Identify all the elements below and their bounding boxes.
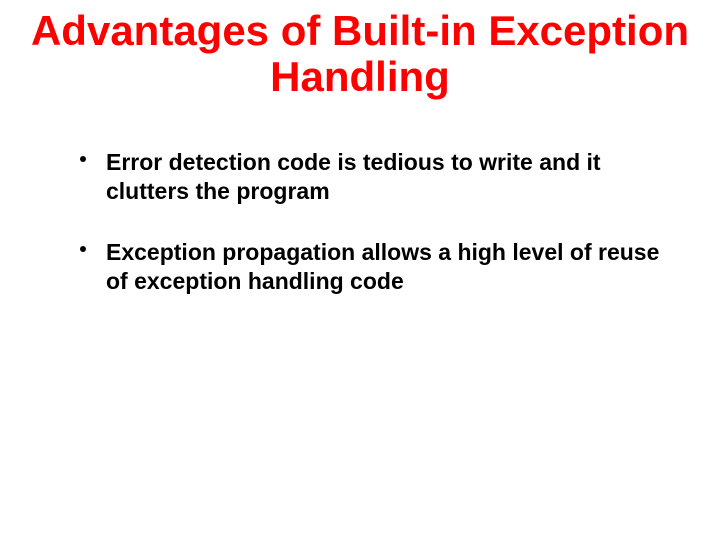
slide-title: Advantages of Built-in Exception Handlin…: [0, 0, 720, 100]
bullet-dot-icon: [80, 246, 86, 252]
bullet-item: Error detection code is tedious to write…: [80, 148, 660, 206]
slide: Advantages of Built-in Exception Handlin…: [0, 0, 720, 540]
bullet-text: Exception propagation allows a high leve…: [106, 239, 659, 294]
slide-content: Error detection code is tedious to write…: [0, 100, 720, 295]
bullet-item: Exception propagation allows a high leve…: [80, 238, 660, 296]
bullet-text: Error detection code is tedious to write…: [106, 149, 601, 204]
bullet-dot-icon: [80, 156, 86, 162]
